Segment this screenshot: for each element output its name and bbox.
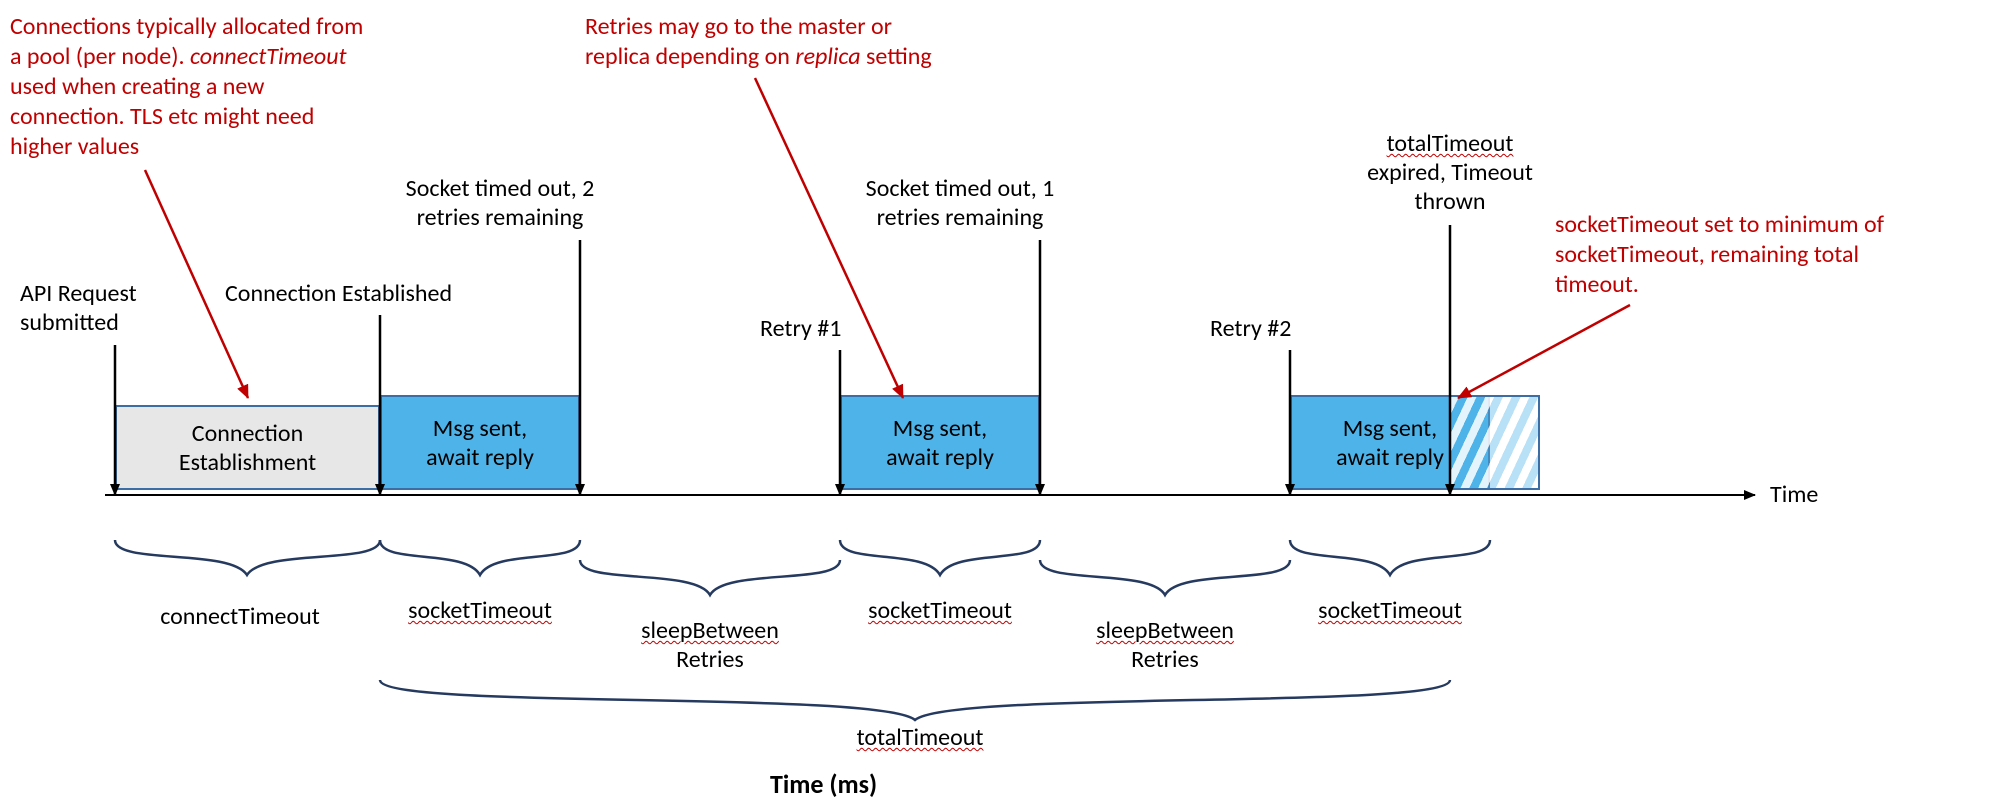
text: replica depending on (585, 42, 795, 71)
text: setting (861, 42, 932, 71)
brace-sockettimeout-3 (1290, 540, 1490, 575)
label-conn-established: Connection Established (225, 280, 495, 309)
phase-msg-retry1: Msg sent,await reply (840, 395, 1040, 490)
brace-label-sockettimeout-1: socketTimeout (385, 597, 575, 626)
text: higher values (10, 132, 139, 161)
arrow-sockettimeout-note (1458, 305, 1630, 398)
text: timeout. (1555, 270, 1639, 299)
text: Retries (1131, 645, 1199, 674)
label-retry2: Retry #2 (1210, 315, 1310, 344)
phase-hatch-truncation (1450, 395, 1540, 490)
brace-sockettimeout-2 (840, 540, 1040, 575)
label-api-request: API Requestsubmitted (20, 280, 180, 338)
text: used when creating a new (10, 72, 264, 101)
text: socketTimeout set to minimum of (1555, 210, 1884, 239)
brace-label-sleep-2: sleepBetween Retries (1075, 617, 1255, 675)
brace-label-connecttimeout: connectTimeout (140, 603, 340, 632)
label-socket-timeout-1: Socket timed out, 1retries remaining (835, 175, 1085, 233)
brace-sleep-1 (580, 560, 840, 595)
text: sleepBetween (1096, 616, 1234, 645)
label-socket-timeout-2: Socket timed out, 2retries remaining (375, 175, 625, 233)
text: Connections typically allocated from (10, 12, 363, 41)
annotation-sockettimeout-note: socketTimeout set to minimum of socketTi… (1555, 210, 1985, 300)
axis-time-ms: Time (ms) (770, 768, 877, 800)
brace-label-sockettimeout-2: socketTimeout (845, 597, 1035, 626)
label-total-expired: totalTimeout expired, Timeout thrown (1340, 130, 1560, 216)
phase-msg-attempt0: Msg sent,await reply (380, 395, 580, 490)
text: socketTimeout, remaining total (1555, 240, 1859, 269)
text: thrown (1415, 187, 1486, 216)
text: a pool (per node). (10, 42, 190, 71)
annotation-pool-note: Connections typically allocated from a p… (10, 12, 490, 162)
arrow-retries-note (755, 78, 903, 398)
brace-label-sleep-1: sleepBetween Retries (620, 617, 800, 675)
text-ital: replica (795, 42, 860, 71)
label-retry1: Retry #1 (760, 315, 860, 344)
brace-sockettimeout-1 (380, 540, 580, 575)
timeout-diagram: Connections typically allocated from a p… (0, 0, 1999, 811)
axis-time-label: Time (1770, 480, 1818, 509)
text: totalTimeout (1387, 129, 1514, 158)
text-ital: connectTimeout (190, 42, 347, 71)
text: Retries may go to the master or (585, 12, 892, 41)
brace-totaltimeout (380, 680, 1450, 720)
brace-connecttimeout (115, 540, 380, 575)
brace-label-sockettimeout-3: socketTimeout (1295, 597, 1485, 626)
brace-label-totaltimeout: totalTimeout (820, 724, 1020, 753)
text: expired, Timeout (1367, 158, 1533, 187)
text: sleepBetween (641, 616, 779, 645)
phase-connection-establishment: ConnectionEstablishment (115, 405, 380, 490)
brace-sleep-2 (1040, 560, 1290, 595)
annotation-retries-note: Retries may go to the master or replica … (585, 12, 1025, 72)
text: Retries (676, 645, 744, 674)
text: connection. TLS etc might need (10, 102, 314, 131)
